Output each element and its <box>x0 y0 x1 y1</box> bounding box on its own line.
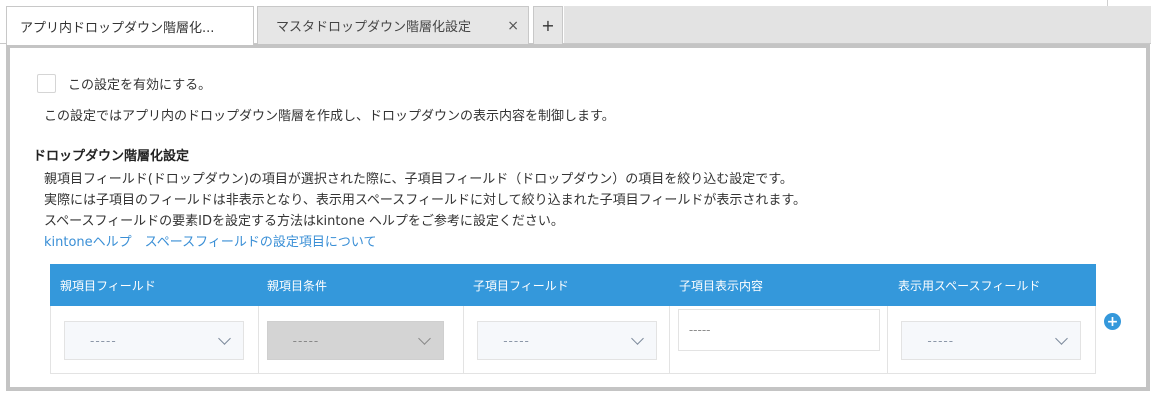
tab-label: マスタドロップダウン階層化設定 <box>276 20 472 35</box>
table-header: 親項目フィールド 親項目条件 子項目フィールド 子項目表示内容 表示用スペースフ… <box>50 264 1096 306</box>
explain-line: スペースフィールドの要素IDを設定する方法はkintone ヘルプをご参考に設定… <box>44 214 564 229</box>
child-display-input[interactable]: ----- <box>677 309 880 351</box>
select-value: ----- <box>90 333 117 348</box>
chevron-down-icon <box>1055 332 1069 345</box>
cell-parent-condition: ----- <box>257 306 464 373</box>
select-value: ----- <box>927 333 955 348</box>
section-title: ドロップダウン階層化設定 <box>33 149 190 164</box>
explain-line: 実際には子項目のフィールドは非表示となり、表示用スペースフィールドに対して絞り込… <box>44 193 807 208</box>
help-link[interactable]: kintoneヘルプ スペースフィールドの設定項目について <box>44 232 806 253</box>
tab-bar-background <box>564 6 1151 44</box>
add-row-button[interactable]: + <box>1104 313 1121 330</box>
header-space-field: 表示用スペースフィールド <box>898 278 1041 293</box>
plus-icon: + <box>1106 313 1119 330</box>
chevron-down-icon <box>631 332 645 345</box>
tab-label: アプリ内ドロップダウン階層化... <box>20 20 215 36</box>
select-value: ----- <box>292 333 320 348</box>
close-icon[interactable]: × <box>507 18 519 34</box>
setting-description: この設定ではアプリ内のドロップダウン階層を作成し、ドロップダウンの表示内容を制御… <box>44 109 615 124</box>
tab-app-dropdown[interactable]: アプリ内ドロップダウン階層化... <box>6 6 254 45</box>
select-value: ----- <box>503 333 530 348</box>
header-parent-condition: 親項目条件 <box>267 278 328 293</box>
tab-bar: アプリ内ドロップダウン階層化... マスタドロップダウン階層化設定 × + <box>0 0 1151 45</box>
plus-icon: + <box>541 16 555 35</box>
chevron-down-icon <box>417 332 431 345</box>
table-row: ----- ----- ----- ----- ----- <box>50 306 1096 374</box>
cell-space-field: ----- <box>887 306 1095 373</box>
window-edge <box>1107 0 1151 6</box>
enable-setting-row[interactable]: この設定を有効にする。 <box>37 74 211 93</box>
header-parent-field: 親項目フィールド <box>60 278 156 293</box>
explain-line: 親項目フィールド(ドロップダウン)の項目が選択された際に、子項目フィールド（ドロ… <box>44 172 793 187</box>
input-placeholder: ----- <box>688 323 711 337</box>
parent-condition-select: ----- <box>266 321 444 360</box>
header-child-field: 子項目フィールド <box>473 278 569 293</box>
cell-parent-field: ----- <box>51 306 258 373</box>
hierarchy-table: 親項目フィールド 親項目条件 子項目フィールド 子項目表示内容 表示用スペースフ… <box>50 264 1096 374</box>
header-child-display: 子項目表示内容 <box>679 278 764 293</box>
tab-master-dropdown[interactable]: マスタドロップダウン階層化設定 × <box>257 6 529 44</box>
section-explanation: 親項目フィールド(ドロップダウン)の項目が選択された際に、子項目フィールド（ドロ… <box>44 169 806 253</box>
parent-field-select[interactable]: ----- <box>64 321 244 360</box>
add-tab-button[interactable]: + <box>533 6 563 44</box>
enable-label: この設定を有効にする。 <box>68 78 212 93</box>
cell-child-display: ----- <box>668 306 888 373</box>
chevron-down-icon <box>218 332 231 345</box>
enable-checkbox[interactable] <box>37 74 56 93</box>
space-field-select[interactable]: ----- <box>901 321 1082 360</box>
cell-child-field: ----- <box>463 306 669 373</box>
child-field-select[interactable]: ----- <box>477 321 658 360</box>
